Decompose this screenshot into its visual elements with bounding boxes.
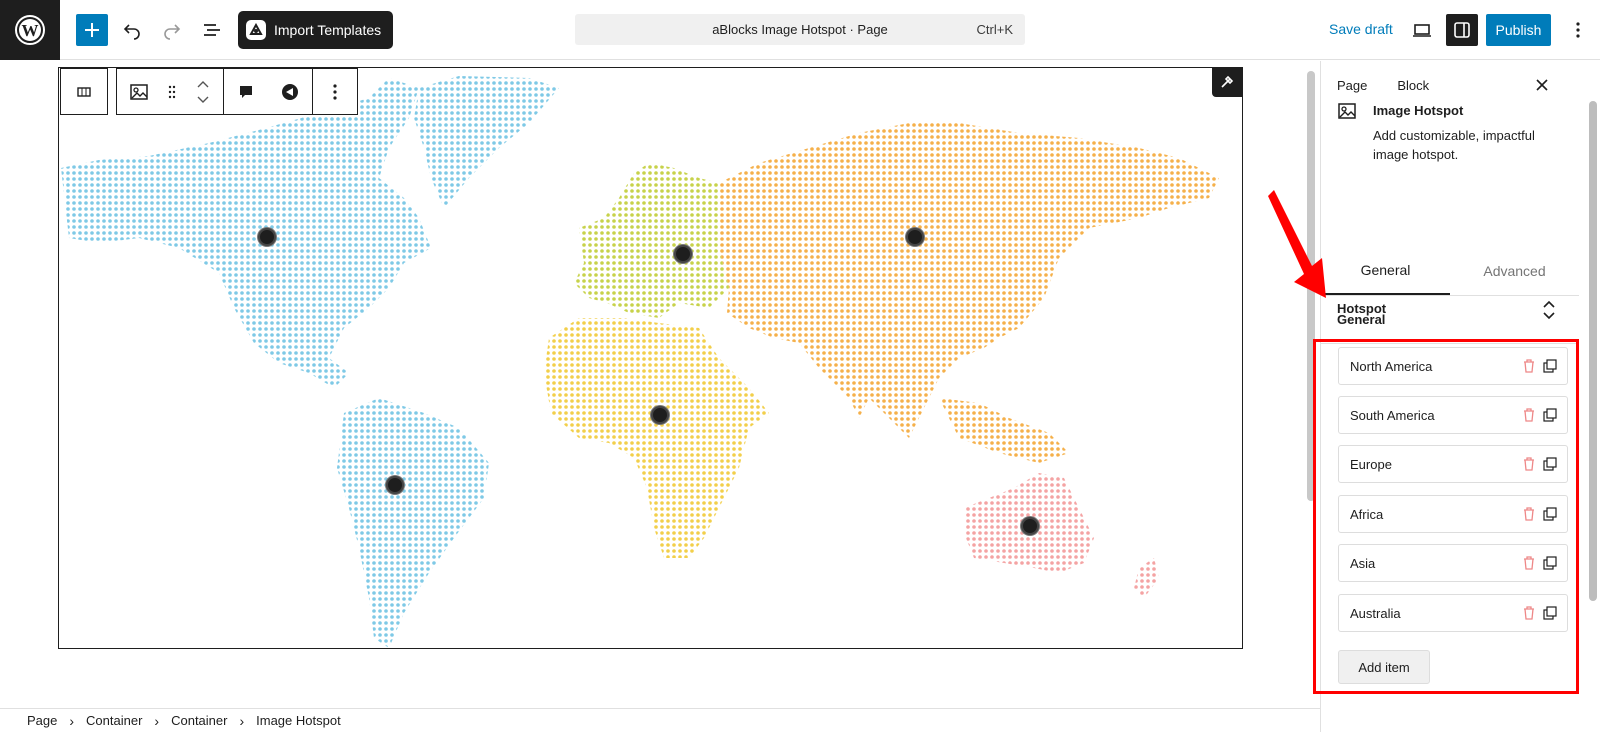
hotspot-panel-toggle[interactable]: Hotspot	[1321, 284, 1579, 332]
block-options-icon[interactable]	[313, 69, 357, 114]
north-america-region	[61, 78, 431, 388]
breadcrumb-page[interactable]: Page	[27, 713, 69, 728]
save-draft-button[interactable]: Save draft	[1329, 21, 1393, 37]
hotspot-pin-australia[interactable]	[1021, 517, 1039, 535]
desktop-preview-icon[interactable]	[1406, 14, 1438, 46]
tab-block[interactable]: Block	[1397, 78, 1429, 93]
south-america-region	[337, 398, 489, 648]
hotspot-pin-south-america[interactable]	[386, 476, 404, 494]
sidebar-scrollbar[interactable]	[1587, 61, 1599, 701]
hotspot-pin-north-america[interactable]	[258, 228, 276, 246]
africa-region	[544, 318, 769, 558]
world-map-image	[61, 76, 1219, 648]
europe-region	[574, 163, 729, 318]
block-toolbar	[60, 68, 358, 115]
document-title-bar[interactable]: aBlocks Image Hotspot · Page Ctrl+K	[575, 14, 1025, 45]
block-card: Image Hotspot Add customizable, impactfu…	[1321, 103, 1600, 183]
navigate-icon[interactable]	[268, 69, 312, 114]
tooltip-icon[interactable]	[224, 69, 268, 114]
container-icon	[77, 86, 91, 97]
hotspot-pin-asia[interactable]	[906, 228, 924, 246]
settings-sidebar-icon[interactable]	[1446, 14, 1478, 46]
svg-text:W: W	[22, 21, 39, 40]
document-title: aBlocks Image Hotspot · Page	[712, 22, 888, 37]
block-title: Image Hotspot	[1373, 103, 1464, 118]
move-up-down-control[interactable]	[183, 69, 223, 114]
block-description: Add customizable, impactful image hotspo…	[1373, 128, 1535, 162]
edit-link-icon[interactable]	[1212, 67, 1242, 97]
hotspot-pin-africa[interactable]	[651, 406, 669, 424]
chevron-down-icon[interactable]	[197, 96, 209, 103]
import-templates-button[interactable]: Import Templates	[238, 11, 394, 49]
sidebar-scrollbar-thumb[interactable]	[1589, 101, 1597, 601]
select-parent-button[interactable]	[60, 68, 108, 115]
breadcrumb-container[interactable]: Container	[159, 713, 239, 728]
close-icon[interactable]	[1530, 73, 1554, 97]
undo-icon[interactable]	[116, 14, 148, 46]
publish-button[interactable]: Publish	[1486, 14, 1551, 46]
tab-page[interactable]: Page	[1337, 78, 1367, 93]
image-hotspot-icon	[1337, 101, 1357, 126]
block-breadcrumb: Page › Container › Container › Image Hot…	[0, 708, 1320, 732]
editor-top-bar: W Import Templates aBlocks Image Hotspot…	[0, 0, 1600, 60]
highlight-box	[1313, 339, 1579, 694]
chevron-up-icon[interactable]	[197, 80, 209, 88]
drag-handle-icon[interactable]	[161, 69, 183, 114]
hotspot-panel-title: Hotspot	[1337, 300, 1387, 316]
command-shortcut: Ctrl+K	[976, 22, 1013, 37]
redo-icon[interactable]	[156, 14, 188, 46]
asia-region	[719, 123, 1219, 438]
more-options-icon[interactable]	[1566, 14, 1590, 46]
image-hotspot-block[interactable]	[58, 67, 1243, 649]
editor-canvas	[0, 61, 1290, 701]
breadcrumb-image-hotspot: Image Hotspot	[256, 713, 341, 728]
southeast-asia-islands	[939, 398, 1069, 463]
wordpress-logo-icon[interactable]: W	[0, 0, 60, 60]
import-templates-label: Import Templates	[274, 22, 382, 38]
sidebar-tabs: Page Block	[1321, 61, 1600, 109]
chevron-up-icon	[1543, 300, 1555, 308]
hotspot-pin-europe[interactable]	[674, 245, 692, 263]
new-zealand-region	[1134, 558, 1159, 598]
list-view-icon[interactable]	[196, 14, 228, 46]
add-block-button[interactable]	[76, 14, 108, 46]
breadcrumb-container[interactable]: Container	[74, 713, 154, 728]
greenland-region	[414, 76, 559, 208]
block-toolbar-main	[116, 68, 358, 115]
ablocks-logo-icon	[246, 20, 266, 40]
red-arrow-icon	[1268, 190, 1326, 298]
image-hotspot-block-icon[interactable]	[117, 69, 161, 114]
